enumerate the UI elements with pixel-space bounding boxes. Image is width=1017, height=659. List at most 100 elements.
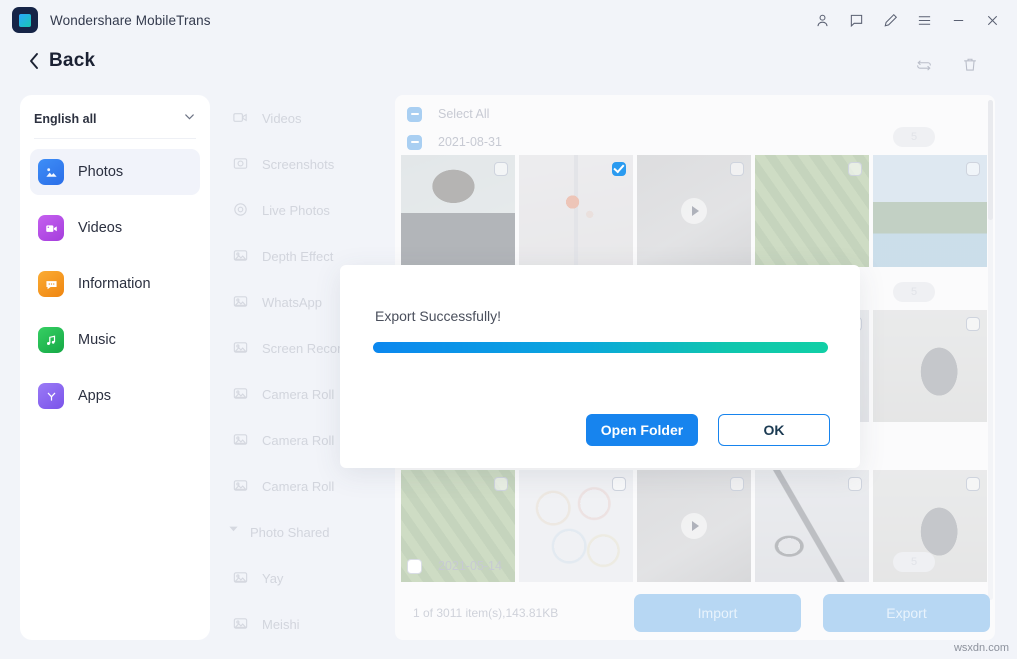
- back-button[interactable]: Back: [28, 50, 95, 72]
- photo-icon: [232, 477, 250, 495]
- album-item-label: Screenshots: [262, 157, 334, 172]
- play-icon: [681, 198, 707, 224]
- thumbnail-checkbox[interactable]: [730, 477, 744, 491]
- select-all-checkbox[interactable]: [407, 107, 422, 122]
- date-group-checkbox[interactable]: [407, 135, 422, 150]
- album-item-label: WhatsApp: [262, 295, 322, 310]
- language-select[interactable]: English all: [34, 105, 196, 139]
- minimize-icon[interactable]: [941, 3, 975, 37]
- date-group-label: 2021-08-31: [438, 135, 502, 149]
- date-group-label: 2021-05-14: [438, 559, 502, 573]
- app-window: Wondershare MobileTrans: [0, 0, 1017, 659]
- album-group-photo-shared[interactable]: Photo Shared: [218, 509, 393, 555]
- close-icon[interactable]: [975, 3, 1009, 37]
- thumbnail-checkbox[interactable]: [966, 477, 980, 491]
- play-icon: [681, 513, 707, 539]
- sidebar-item-videos[interactable]: Videos: [30, 205, 200, 251]
- ok-button[interactable]: OK: [718, 414, 830, 446]
- album-item-label: Depth Effect: [262, 249, 333, 264]
- album-item-label: Live Photos: [262, 203, 330, 218]
- thumbnail-checkbox[interactable]: [848, 162, 862, 176]
- app-title: Wondershare MobileTrans: [50, 13, 211, 28]
- import-button[interactable]: Import: [634, 594, 801, 632]
- photo-icon: [232, 615, 250, 633]
- album-item-videos[interactable]: Videos: [218, 95, 393, 141]
- sidebar: English all Photos: [20, 95, 210, 640]
- album-item-meishi[interactable]: Meishi: [218, 601, 393, 640]
- photo-icon: [232, 385, 250, 403]
- dialog-message: Export Successfully!: [375, 308, 501, 324]
- export-button[interactable]: Export: [823, 594, 990, 632]
- export-success-dialog: Export Successfully! Open Folder OK: [340, 265, 860, 468]
- thumbnail-checkbox[interactable]: [848, 477, 862, 491]
- thumbnail[interactable]: [755, 155, 869, 267]
- album-item-camera-roll-3[interactable]: Camera Roll: [218, 463, 393, 509]
- apps-icon: [38, 383, 64, 409]
- album-group-label: Photo Shared: [250, 525, 330, 540]
- language-label: English all: [34, 112, 97, 126]
- thumbnail-checkbox[interactable]: [494, 162, 508, 176]
- thumbnail[interactable]: [519, 155, 633, 267]
- music-icon: [38, 327, 64, 353]
- album-item-yay[interactable]: Yay: [218, 555, 393, 601]
- thumbnail-checkbox[interactable]: [612, 162, 626, 176]
- thumbnail[interactable]: [873, 310, 987, 422]
- photo-icon: [232, 569, 250, 587]
- album-item-screenshots[interactable]: Screenshots: [218, 141, 393, 187]
- sidebar-item-label: Music: [78, 332, 116, 348]
- thumbnail-checkbox[interactable]: [612, 477, 626, 491]
- live-photo-icon: [232, 201, 250, 219]
- thumbnail-video[interactable]: [637, 470, 751, 582]
- delete-icon[interactable]: [961, 56, 979, 79]
- thumbnail-video[interactable]: [637, 155, 751, 267]
- sidebar-item-label: Information: [78, 276, 151, 292]
- thumbnail-checkbox[interactable]: [966, 317, 980, 331]
- refresh-icon[interactable]: [915, 56, 933, 79]
- open-folder-button[interactable]: Open Folder: [586, 414, 698, 446]
- caret-down-icon: [228, 523, 242, 541]
- videos-icon: [38, 215, 64, 241]
- sidebar-item-photos[interactable]: Photos: [30, 149, 200, 195]
- select-all-label: Select All: [438, 107, 489, 121]
- content-toolbar: [915, 56, 979, 79]
- menu-icon[interactable]: [907, 3, 941, 37]
- selection-stats: 1 of 3011 item(s),143.81KB: [413, 606, 558, 620]
- video-camera-icon: [232, 109, 250, 127]
- thumbnail-checkbox[interactable]: [966, 162, 980, 176]
- album-item-live-photos[interactable]: Live Photos: [218, 187, 393, 233]
- date-group-count: 5: [893, 127, 935, 147]
- information-icon: [38, 271, 64, 297]
- thumbnail[interactable]: [401, 155, 515, 267]
- date-group-header-3[interactable]: 2021-05-14: [407, 553, 502, 579]
- account-icon[interactable]: [805, 3, 839, 37]
- back-label: Back: [49, 50, 95, 72]
- album-item-label: Meishi: [262, 617, 300, 632]
- sidebar-item-music[interactable]: Music: [30, 317, 200, 363]
- sidebar-nav: Photos Videos: [20, 149, 210, 419]
- screenshot-icon: [232, 155, 250, 173]
- album-item-label: Camera Roll: [262, 433, 334, 448]
- photo-icon: [232, 293, 250, 311]
- edit-icon[interactable]: [873, 3, 907, 37]
- date-group-count: 5: [893, 552, 935, 572]
- date-group-header-1[interactable]: 2021-08-31: [407, 129, 502, 155]
- thumbnail-checkbox[interactable]: [494, 477, 508, 491]
- select-all-row[interactable]: Select All: [407, 101, 489, 127]
- dialog-actions: Open Folder OK: [586, 414, 830, 446]
- scrollbar-thumb[interactable]: [988, 100, 993, 220]
- chevron-left-icon: [28, 52, 40, 70]
- sidebar-item-apps[interactable]: Apps: [30, 373, 200, 419]
- thumbnail-checkbox[interactable]: [730, 162, 744, 176]
- sidebar-item-label: Apps: [78, 388, 111, 404]
- date-group-checkbox[interactable]: [407, 559, 422, 574]
- photos-icon: [38, 159, 64, 185]
- chevron-down-icon: [183, 110, 196, 128]
- date-group-count: 5: [893, 282, 935, 302]
- sidebar-item-information[interactable]: Information: [30, 261, 200, 307]
- album-item-label: Yay: [262, 571, 283, 586]
- feedback-icon[interactable]: [839, 3, 873, 37]
- thumbnail[interactable]: [755, 470, 869, 582]
- progress-bar: [373, 342, 828, 353]
- thumbnail[interactable]: [519, 470, 633, 582]
- thumbnail[interactable]: [873, 155, 987, 267]
